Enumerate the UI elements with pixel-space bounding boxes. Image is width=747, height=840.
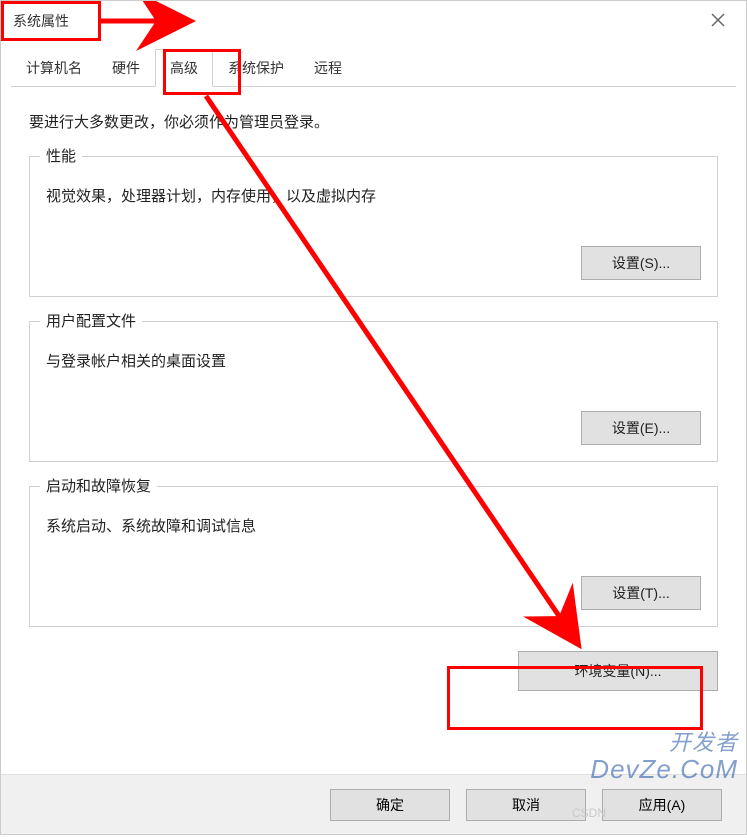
tab-system-protection[interactable]: 系统保护 [213, 49, 299, 86]
startup-recovery-settings-button[interactable]: 设置(T)... [581, 576, 701, 610]
group-user-profiles: 用户配置文件 与登录帐户相关的桌面设置 设置(E)... [29, 321, 718, 462]
cancel-button[interactable]: 取消 [466, 789, 586, 821]
group-title-user-profiles: 用户配置文件 [40, 310, 142, 331]
close-button[interactable] [698, 6, 738, 36]
dialog-buttons: 确定 取消 应用(A) [1, 774, 746, 834]
user-profiles-settings-button[interactable]: 设置(E)... [581, 411, 701, 445]
watermark-line1: 开发者 [590, 731, 738, 755]
admin-note: 要进行大多数更改，你必须作为管理员登录。 [29, 111, 718, 132]
group-desc-startup-recovery: 系统启动、系统故障和调试信息 [46, 515, 701, 536]
close-icon [711, 11, 725, 32]
group-performance: 性能 视觉效果，处理器计划，内存使用，以及虚拟内存 设置(S)... [29, 156, 718, 297]
tab-panel-advanced: 要进行大多数更改，你必须作为管理员登录。 性能 视觉效果，处理器计划，内存使用，… [1, 87, 746, 707]
group-startup-recovery: 启动和故障恢复 系统启动、系统故障和调试信息 设置(T)... [29, 486, 718, 627]
window-title: 系统属性 [13, 11, 69, 31]
ok-button[interactable]: 确定 [330, 789, 450, 821]
tab-strip: 计算机名 硬件 高级 系统保护 远程 [11, 49, 736, 87]
tab-remote[interactable]: 远程 [299, 49, 357, 86]
performance-settings-button[interactable]: 设置(S)... [581, 246, 701, 280]
tab-advanced[interactable]: 高级 [155, 49, 213, 87]
group-title-startup-recovery: 启动和故障恢复 [40, 475, 157, 496]
group-desc-user-profiles: 与登录帐户相关的桌面设置 [46, 350, 701, 371]
titlebar: 系统属性 [1, 1, 746, 41]
group-title-performance: 性能 [40, 145, 82, 166]
tab-hardware[interactable]: 硬件 [97, 49, 155, 86]
environment-variables-button[interactable]: 环境变量(N)... [518, 651, 718, 691]
group-desc-performance: 视觉效果，处理器计划，内存使用，以及虚拟内存 [46, 185, 701, 206]
system-properties-window: 系统属性 计算机名 硬件 高级 系统保护 远程 要进行大多数更改，你必须作为管理… [0, 0, 747, 835]
tab-computer-name[interactable]: 计算机名 [11, 49, 97, 86]
apply-button[interactable]: 应用(A) [602, 789, 722, 821]
